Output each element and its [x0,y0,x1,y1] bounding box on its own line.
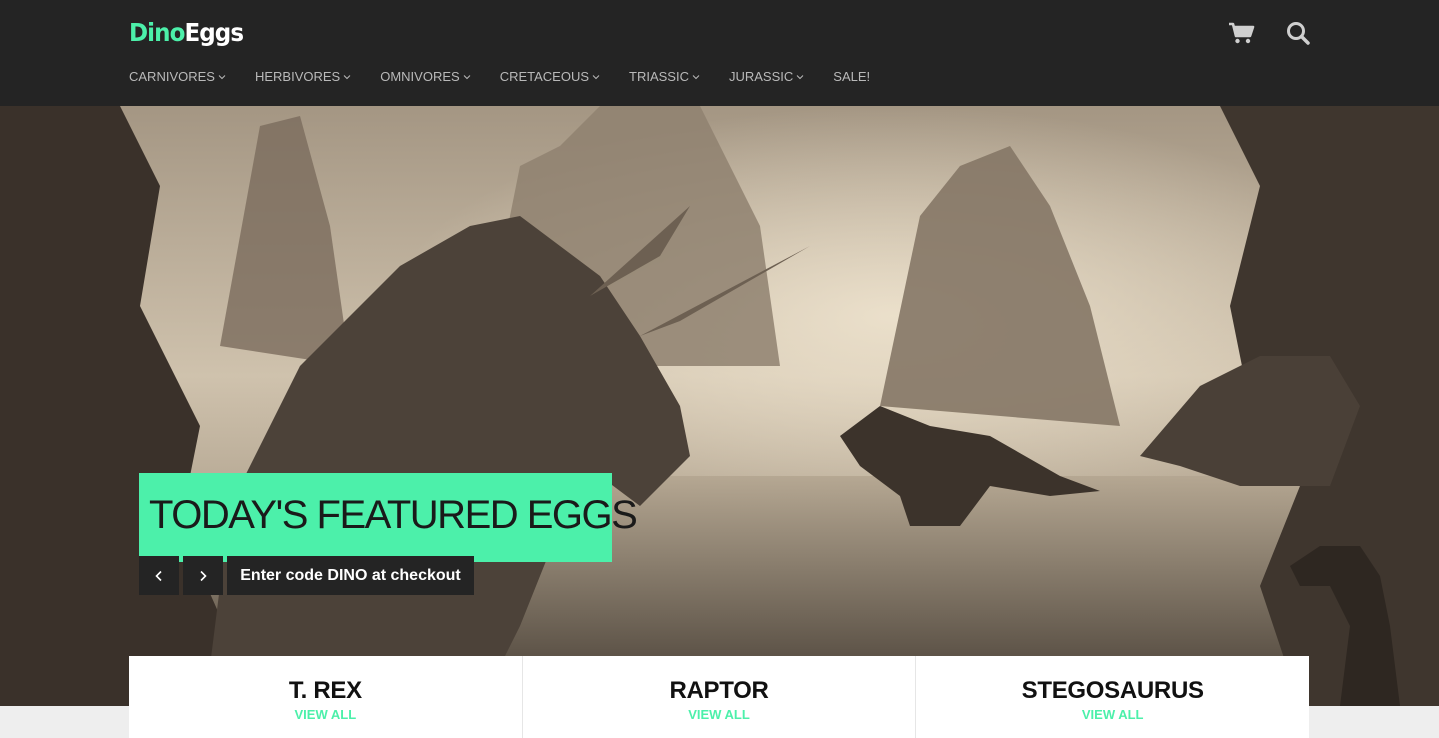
search-button[interactable] [1283,18,1313,48]
category-cards: T. REX VIEW ALL RAPTOR VIEW ALL STEGOSAU… [129,656,1310,738]
cart-button[interactable] [1226,18,1256,48]
chevron-down-icon [218,74,226,79]
hero-caption: TODAY'S FEATURED EGGS [139,473,638,562]
chevron-down-icon [692,74,700,79]
view-all-link[interactable]: VIEW ALL [916,707,1309,722]
nav-item-carnivores[interactable]: CARNIVORES [129,69,226,84]
main-nav: CARNIVORES HERBIVORES OMNIVORES CRETACEO… [129,69,899,84]
nav-label: JURASSIC [728,69,794,84]
view-all-link[interactable]: VIEW ALL [523,707,916,722]
nav-label: CARNIVORES [129,69,215,84]
nav-label: HERBIVORES [254,69,341,84]
logo-part-dino: Dino [129,18,185,47]
promo-banner: Enter code DINO at checkout [227,556,474,595]
chevron-down-icon [796,74,804,79]
chevron-right-icon [200,570,207,581]
nav-item-herbivores[interactable]: HERBIVORES [255,69,351,84]
cart-icon [1229,22,1255,44]
category-card-stegosaurus[interactable]: STEGOSAURUS VIEW ALL [916,656,1310,738]
category-card-t-rex[interactable]: T. REX VIEW ALL [129,656,523,738]
hero-slider: TODAY'S FEATURED EGGS Enter code DINO at… [0,106,1439,706]
nav-label: SALE! [833,69,871,84]
nav-item-cretaceous[interactable]: CRETACEOUS [500,69,600,84]
chevron-down-icon [463,74,471,79]
logo[interactable]: DinoEggs [129,18,244,47]
search-icon [1287,22,1310,45]
category-title: T. REX [288,677,362,704]
category-title: RAPTOR [669,677,769,704]
chevron-down-icon [343,74,351,79]
nav-label: CRETACEOUS [499,69,590,84]
slider-next-button[interactable] [183,556,223,595]
nav-label: OMNIVORES [380,69,460,84]
nav-item-omnivores[interactable]: OMNIVORES [380,69,471,84]
logo-part-eggs: Eggs [184,18,244,47]
nav-item-triassic[interactable]: TRIASSIC [629,69,700,84]
nav-item-jurassic[interactable]: JURASSIC [729,69,804,84]
nav-label: TRIASSIC [629,69,689,84]
hero-caption-text: TODAY'S FEATURED EGGS [149,493,638,537]
hero-image [0,106,1439,706]
view-all-link[interactable]: VIEW ALL [129,707,522,722]
category-title: STEGOSAURUS [1021,677,1204,704]
chevron-left-icon [155,570,162,581]
category-card-raptor[interactable]: RAPTOR VIEW ALL [522,656,917,738]
slider-prev-button[interactable] [139,556,179,595]
chevron-down-icon [592,74,600,79]
nav-item-sale[interactable]: SALE! [833,69,870,84]
site-header: DinoEggs CARNIVORES HERBIVORES OMNIVORES [0,0,1439,106]
